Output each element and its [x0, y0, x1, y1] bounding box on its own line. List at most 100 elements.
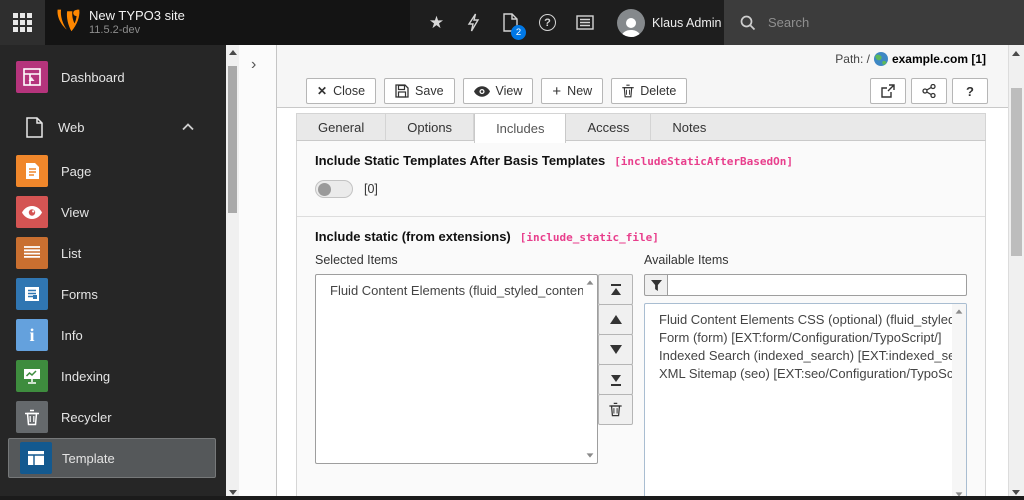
sidebar-item-template[interactable]: Template [8, 438, 216, 478]
scrollbar-thumb[interactable] [1011, 88, 1022, 256]
sidebar-item-indexing[interactable]: Indexing [0, 356, 226, 396]
move-down-button[interactable] [598, 334, 633, 365]
topbar-search [724, 0, 1024, 45]
scroll-down-arrow-icon[interactable] [1012, 490, 1020, 495]
typo3-backend: New TYPO3 site 11.5.2-dev ★ 2 ? Klaus Ad… [0, 0, 1024, 500]
module-menu-toggle-button[interactable] [0, 0, 45, 45]
help-button[interactable]: ? [529, 0, 566, 45]
sidebar-item-label: Page [61, 163, 92, 179]
move-down-icon [609, 345, 622, 354]
view-button[interactable]: View [462, 78, 534, 104]
topbar: New TYPO3 site 11.5.2-dev ★ 2 ? Klaus Ad… [0, 0, 1024, 45]
tab-notes[interactable]: Notes [651, 114, 727, 140]
docheader-help-button[interactable]: ? [952, 78, 988, 104]
delete-button[interactable]: Delete [611, 78, 688, 104]
module-sidebar: Dashboard Web Page View List Forms i Inf… [0, 45, 226, 500]
site-version: 11.5.2-dev [89, 23, 141, 36]
search-input[interactable] [768, 15, 998, 30]
user-menu[interactable]: Klaus Admin [617, 8, 721, 37]
share-nodes-icon [922, 84, 936, 98]
filter-input[interactable] [668, 274, 967, 296]
list-item[interactable]: Form (form) [EXT:form/Configuration/Typo… [645, 329, 952, 347]
close-x-icon: ✕ [317, 84, 328, 98]
sidebar-item-dashboard[interactable]: Dashboard [0, 57, 226, 97]
toggle-switch[interactable] [315, 180, 353, 198]
tab-content: Include Static Templates After Basis Tem… [296, 141, 986, 500]
new-button[interactable]: + New [541, 78, 604, 104]
scroll-down-arrow-icon[interactable] [228, 490, 237, 495]
tab-general[interactable]: General [297, 114, 387, 140]
doc-buttons: ✕ Close Save View + New Delete [306, 78, 688, 104]
breadcrumb: Path: / example.com [1] [835, 52, 986, 66]
sidebar-item-list[interactable]: List [0, 233, 226, 273]
bottom-edge-strip [0, 496, 1024, 500]
sidebar-item-page[interactable]: Page [0, 151, 226, 191]
save-button[interactable]: Save [384, 78, 455, 104]
field-static-after: Include Static Templates After Basis Tem… [297, 141, 985, 217]
brand[interactable]: New TYPO3 site 11.5.2-dev [45, 0, 410, 45]
listbox-scrollbar[interactable] [952, 304, 966, 500]
scrollbar-thumb[interactable] [228, 66, 237, 213]
plus-icon: + [552, 82, 562, 100]
tab-includes[interactable]: Includes [474, 114, 567, 143]
move-to-top-icon [610, 283, 621, 295]
scroll-up-arrow-icon[interactable] [586, 280, 594, 285]
listbox-scrollbar[interactable] [583, 275, 597, 463]
field-label: Include static (from extensions) [include… [315, 229, 659, 244]
selected-items-label: Selected Items [315, 253, 398, 267]
scroll-up-arrow-icon[interactable] [1012, 51, 1020, 56]
sidebar-item-label: Template [62, 450, 115, 466]
tabbar-filler [727, 114, 985, 140]
bookmarks-button[interactable]: ★ [418, 0, 455, 45]
filter-button[interactable] [644, 274, 668, 296]
notification-badge: 2 [511, 25, 526, 40]
toggle-value: [0] [364, 182, 378, 196]
open-in-new-window-button[interactable] [870, 78, 906, 104]
close-button[interactable]: ✕ Close [306, 78, 377, 104]
indexing-icon [16, 360, 48, 392]
tab-options[interactable]: Options [386, 114, 475, 140]
module-menu-icon [13, 13, 32, 32]
globe-icon [873, 52, 888, 66]
question-mark-icon: ? [966, 83, 974, 99]
path-target: example.com [1] [891, 52, 986, 66]
star-icon: ★ [428, 12, 445, 32]
page-icon [16, 155, 48, 187]
list-item[interactable]: Indexed Search (indexed_search) [EXT:ind… [645, 347, 952, 365]
share-button[interactable] [911, 78, 947, 104]
page-scrollbar[interactable] [1008, 45, 1024, 500]
record-edit-panel: General Options Includes Access Notes In… [296, 113, 986, 500]
avatar [617, 8, 645, 37]
sidebar-group-label: Web [58, 119, 85, 135]
pagetree-collapse-strip: › [239, 45, 276, 500]
list-item[interactable]: Fluid Content Elements CSS (optional) (f… [645, 311, 952, 329]
search-icon [740, 15, 756, 30]
move-to-bottom-button[interactable] [598, 364, 633, 395]
tab-access[interactable]: Access [566, 114, 652, 140]
scroll-up-arrow-icon[interactable] [228, 50, 237, 55]
move-to-top-button[interactable] [598, 274, 633, 305]
sidebar-item-info[interactable]: i Info [0, 315, 226, 355]
scroll-down-arrow-icon[interactable] [586, 453, 594, 458]
selected-items-listbox[interactable]: Fluid Content Elements (fluid_styled_con… [315, 274, 598, 464]
trash-icon [622, 84, 634, 98]
opened-documents-button[interactable]: 2 [492, 0, 529, 45]
remove-item-button[interactable] [598, 394, 633, 425]
sidebar-scrollbar[interactable] [226, 45, 239, 500]
sidebar-item-view[interactable]: View [0, 192, 226, 232]
move-up-button[interactable] [598, 304, 633, 335]
sidebar-item-label: Forms [61, 286, 98, 302]
clear-cache-button[interactable] [455, 0, 492, 45]
system-log-button[interactable] [566, 0, 603, 45]
scroll-up-arrow-icon[interactable] [955, 309, 963, 314]
content-area: Path: / example.com [1] ✕ Close Save Vie… [276, 45, 1009, 500]
available-items-listbox[interactable]: Fluid Content Elements CSS (optional) (f… [644, 303, 967, 500]
sidebar-item-forms[interactable]: Forms [0, 274, 226, 314]
list-item[interactable]: XML Sitemap (seo) [EXT:seo/Configuration… [645, 365, 952, 383]
expand-chevron-icon[interactable]: › [251, 56, 256, 74]
sidebar-item-label: Recycler [61, 409, 112, 425]
sidebar-item-recycler[interactable]: Recycler [0, 397, 226, 437]
list-item[interactable]: Fluid Content Elements (fluid_styled_con… [316, 282, 583, 300]
sidebar-group-web[interactable]: Web [0, 114, 226, 140]
doc-action-buttons: ? [870, 78, 988, 104]
